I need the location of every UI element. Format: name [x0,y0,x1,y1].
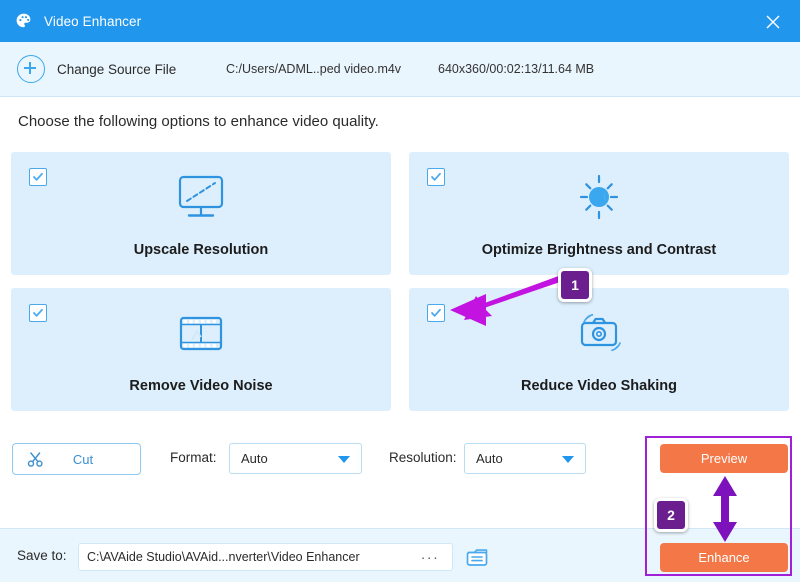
preview-button[interactable]: Preview [660,444,788,473]
save-path-value: C:\AVAide Studio\AVAid...nverter\Video E… [87,550,360,564]
browse-button[interactable]: ··· [408,543,453,571]
resolution-select[interactable]: Auto [464,443,586,474]
source-file-bar: Change Source File C:/Users/ADML..ped vi… [0,42,800,97]
option-card-optimize-brightness[interactable]: Optimize Brightness and Contrast [409,152,789,275]
cut-button-label: Cut [72,451,94,467]
monitor-upscale-icon [11,174,391,224]
save-path-input[interactable]: C:\AVAide Studio\AVAid...nverter\Video E… [78,543,410,571]
option-label-upscale-resolution: Upscale Resolution [133,242,269,258]
resolution-label: Resolution: [389,450,457,465]
annotation-badge-1: 1 [558,268,592,302]
option-card-remove-video-noise[interactable]: Remove Video Noise [11,288,391,411]
chevron-down-icon [338,456,350,463]
scissors-icon [27,451,44,468]
plus-circle-icon[interactable] [17,55,45,83]
annotation-badge-2: 2 [654,498,688,532]
camera-shake-icon [409,310,789,360]
enhance-options-grid: Upscale Resolution Optimize Brightness a… [11,152,789,424]
palette-icon [14,11,34,31]
save-to-label: Save to: [17,548,67,563]
source-file-path: C:/Users/ADML..ped video.m4v [226,62,402,76]
film-strip-icon [11,310,391,360]
option-label-optimize-brightness: Optimize Brightness and Contrast [481,242,717,258]
format-select[interactable]: Auto [229,443,362,474]
format-label: Format: [170,450,217,465]
open-folder-icon[interactable] [464,546,490,574]
instruction-text: Choose the following options to enhance … [18,113,379,130]
options-row-bottom: Remove Video Noise Reduce Video Shaking [11,288,789,411]
enhance-button[interactable]: Enhance [660,543,788,572]
close-icon[interactable] [760,9,786,35]
title-bar: Video Enhancer [0,0,800,42]
format-select-value: Auto [241,451,268,466]
option-label-reduce-video-shaking: Reduce Video Shaking [520,378,678,394]
window-title: Video Enhancer [44,13,142,29]
source-file-meta: 640x360/00:02:13/11.64 MB [438,62,595,76]
option-label-remove-video-noise: Remove Video Noise [129,378,273,394]
change-source-file-button[interactable]: Change Source File [57,62,176,77]
option-card-upscale-resolution[interactable]: Upscale Resolution [11,152,391,275]
chevron-down-icon [562,456,574,463]
resolution-select-value: Auto [476,451,503,466]
video-enhancer-window: Video Enhancer Change Source File C:/Use… [0,0,800,582]
option-card-reduce-video-shaking[interactable]: Reduce Video Shaking [409,288,789,411]
cut-button[interactable]: Cut [12,443,141,475]
sun-brightness-icon [409,174,789,224]
options-row-top: Upscale Resolution Optimize Brightness a… [11,152,789,275]
